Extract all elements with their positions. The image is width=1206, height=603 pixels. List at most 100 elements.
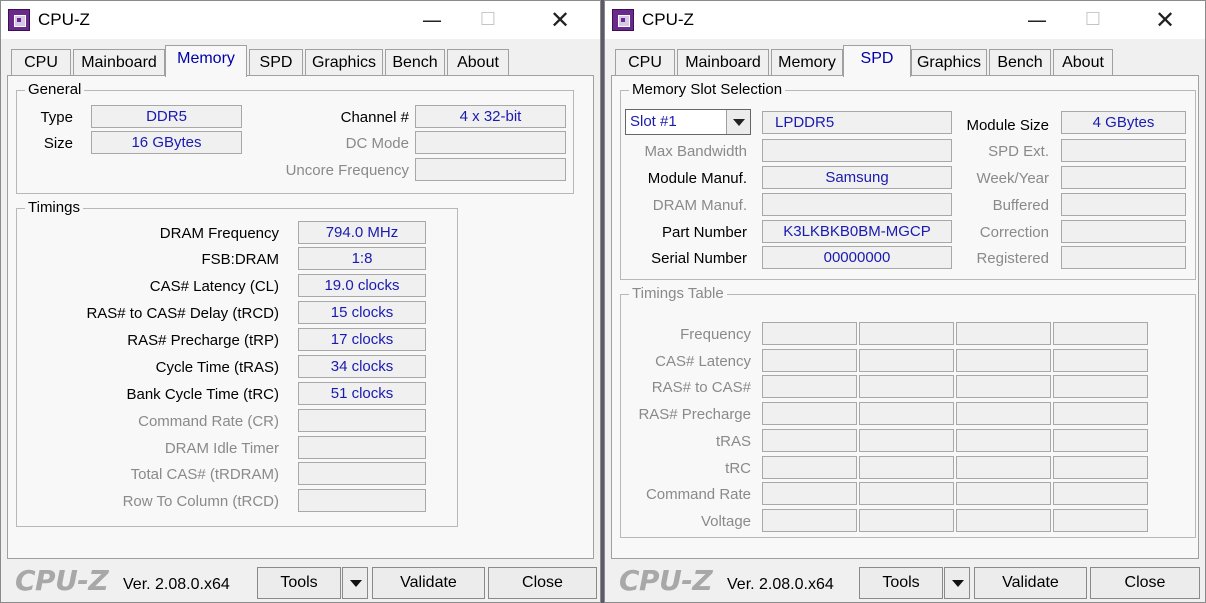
- timing-value: 34 clocks: [298, 355, 426, 378]
- timings-table-group: Timings Table Frequency CAS# Latency RAS…: [620, 285, 1196, 538]
- spd-tab-panel: Memory Slot Selection Slot #1 LPDDR5 Mod…: [611, 75, 1199, 559]
- timing-value: 19.0 clocks: [298, 274, 426, 297]
- slot-field-value: [762, 139, 952, 162]
- close-icon: ✕: [1154, 6, 1176, 34]
- timings-cell: [859, 509, 954, 532]
- channel-value: 4 x 32-bit: [415, 105, 566, 128]
- tab-memory[interactable]: Memory: [771, 49, 843, 77]
- tools-dropdown-button[interactable]: [342, 567, 368, 599]
- timing-label: DRAM Idle Timer: [164, 440, 279, 457]
- slot-extra-value: [1061, 166, 1186, 189]
- tab-spd[interactable]: SPD: [843, 45, 911, 77]
- version-text: Ver. 2.08.0.x64: [123, 576, 230, 593]
- tools-button[interactable]: Tools: [257, 567, 341, 599]
- close-icon: ✕: [549, 6, 571, 34]
- timing-label: Command Rate (CR): [138, 413, 279, 430]
- timing-label: Row To Column (tRCD): [122, 493, 279, 510]
- maximize-icon: ☐: [479, 9, 497, 30]
- timings-cell: [762, 322, 857, 345]
- close-button[interactable]: Close: [488, 567, 597, 599]
- title-bar: CPU-Z — ☐ ✕: [1, 1, 600, 39]
- tab-bench[interactable]: Bench: [385, 49, 445, 77]
- chevron-down-icon: [726, 110, 750, 134]
- memory-slot-selection-group: Memory Slot Selection Slot #1 LPDDR5 Mod…: [620, 81, 1196, 280]
- timings-cell: [1053, 349, 1148, 372]
- general-group-title: General: [25, 81, 85, 99]
- timings-cell: [762, 349, 857, 372]
- maximize-button[interactable]: ☐: [1065, 1, 1121, 39]
- uncore-frequency-label: Uncore Frequency: [285, 162, 409, 179]
- tools-dropdown-button[interactable]: [944, 567, 970, 599]
- timings-table-row-label: Voltage: [700, 513, 751, 530]
- timings-cell: [956, 402, 1051, 425]
- slot-field-label: Module Manuf.: [647, 170, 747, 187]
- version-text: Ver. 2.08.0.x64: [727, 576, 834, 593]
- close-window-button[interactable]: ✕: [532, 1, 588, 39]
- cpuz-app-icon: [8, 9, 30, 31]
- slot-field-label: Part Number: [661, 224, 747, 241]
- timing-label: CAS# Latency (CL): [149, 278, 279, 295]
- timing-value: 51 clocks: [298, 382, 426, 405]
- timings-table-row-label: Frequency: [680, 326, 751, 343]
- timings-table-title: Timings Table: [629, 285, 727, 303]
- timings-cell: [1053, 482, 1148, 505]
- tab-bench[interactable]: Bench: [989, 49, 1051, 77]
- slot-field-label: Serial Number: [651, 250, 747, 267]
- timings-cell: [762, 375, 857, 398]
- validate-button[interactable]: Validate: [974, 567, 1087, 599]
- window-title: CPU-Z: [642, 10, 694, 29]
- minimize-icon: —: [1027, 8, 1047, 32]
- tab-strip: CPU Mainboard Memory SPD Graphics Bench …: [611, 45, 1199, 77]
- maximize-button[interactable]: ☐: [460, 1, 516, 39]
- tab-about[interactable]: About: [447, 49, 509, 77]
- dc-mode-value: [415, 131, 566, 154]
- timing-value: 15 clocks: [298, 301, 426, 324]
- slot-select[interactable]: Slot #1: [625, 109, 751, 135]
- timing-label: FSB:DRAM: [201, 251, 279, 268]
- module-size-value: 4 GBytes: [1061, 111, 1186, 134]
- timings-cell: [762, 429, 857, 452]
- slot-field-value: Samsung: [762, 166, 952, 189]
- tab-cpu[interactable]: CPU: [11, 49, 71, 77]
- timing-label: RAS# to CAS# Delay (tRCD): [86, 305, 279, 322]
- timing-value: [298, 462, 426, 485]
- window-title: CPU-Z: [38, 10, 90, 29]
- tab-spd[interactable]: SPD: [249, 49, 303, 77]
- minimize-button[interactable]: —: [404, 1, 460, 39]
- cpuz-brand-logo: CPU-Z: [619, 564, 713, 597]
- close-button[interactable]: Close: [1090, 567, 1200, 599]
- title-bar: CPU-Z — ☐ ✕: [605, 1, 1205, 39]
- timings-group: Timings DRAM Frequency 794.0 MHz FSB:DRA…: [16, 199, 458, 527]
- footer-bar: CPU-Z Ver. 2.08.0.x64 Tools Validate Clo…: [605, 558, 1205, 602]
- slot-field-value: 00000000: [762, 246, 952, 269]
- general-group: General Type DDR5 Size 16 GBytes Channel…: [16, 81, 574, 194]
- tab-about[interactable]: About: [1053, 49, 1113, 77]
- validate-button[interactable]: Validate: [372, 567, 485, 599]
- slot-extra-value: [1061, 139, 1186, 162]
- tab-cpu[interactable]: CPU: [615, 49, 675, 77]
- minimize-button[interactable]: —: [1009, 1, 1065, 39]
- tab-graphics[interactable]: Graphics: [911, 49, 987, 77]
- module-type-value: LPDDR5: [762, 111, 952, 134]
- tools-button[interactable]: Tools: [859, 567, 943, 599]
- uncore-frequency-value: [415, 158, 566, 181]
- timings-cell: [1053, 429, 1148, 452]
- tab-mainboard[interactable]: Mainboard: [73, 49, 165, 77]
- timings-cell: [956, 456, 1051, 479]
- slot-extra-value: [1061, 246, 1186, 269]
- tab-memory[interactable]: Memory: [165, 45, 247, 77]
- slot-field-label: Max Bandwidth: [644, 143, 747, 160]
- timings-cell: [762, 402, 857, 425]
- timings-cell: [956, 349, 1051, 372]
- timings-cell: [762, 456, 857, 479]
- timings-cell: [859, 482, 954, 505]
- tab-graphics[interactable]: Graphics: [305, 49, 383, 77]
- timings-cell: [762, 509, 857, 532]
- timings-cell: [1053, 509, 1148, 532]
- tab-mainboard[interactable]: Mainboard: [677, 49, 769, 77]
- close-window-button[interactable]: ✕: [1137, 1, 1193, 39]
- memory-slot-selection-title: Memory Slot Selection: [629, 81, 786, 99]
- timings-cell: [956, 322, 1051, 345]
- slot-field-value: K3LKBKB0BM-MGCP: [762, 220, 952, 243]
- timings-group-title: Timings: [25, 199, 83, 217]
